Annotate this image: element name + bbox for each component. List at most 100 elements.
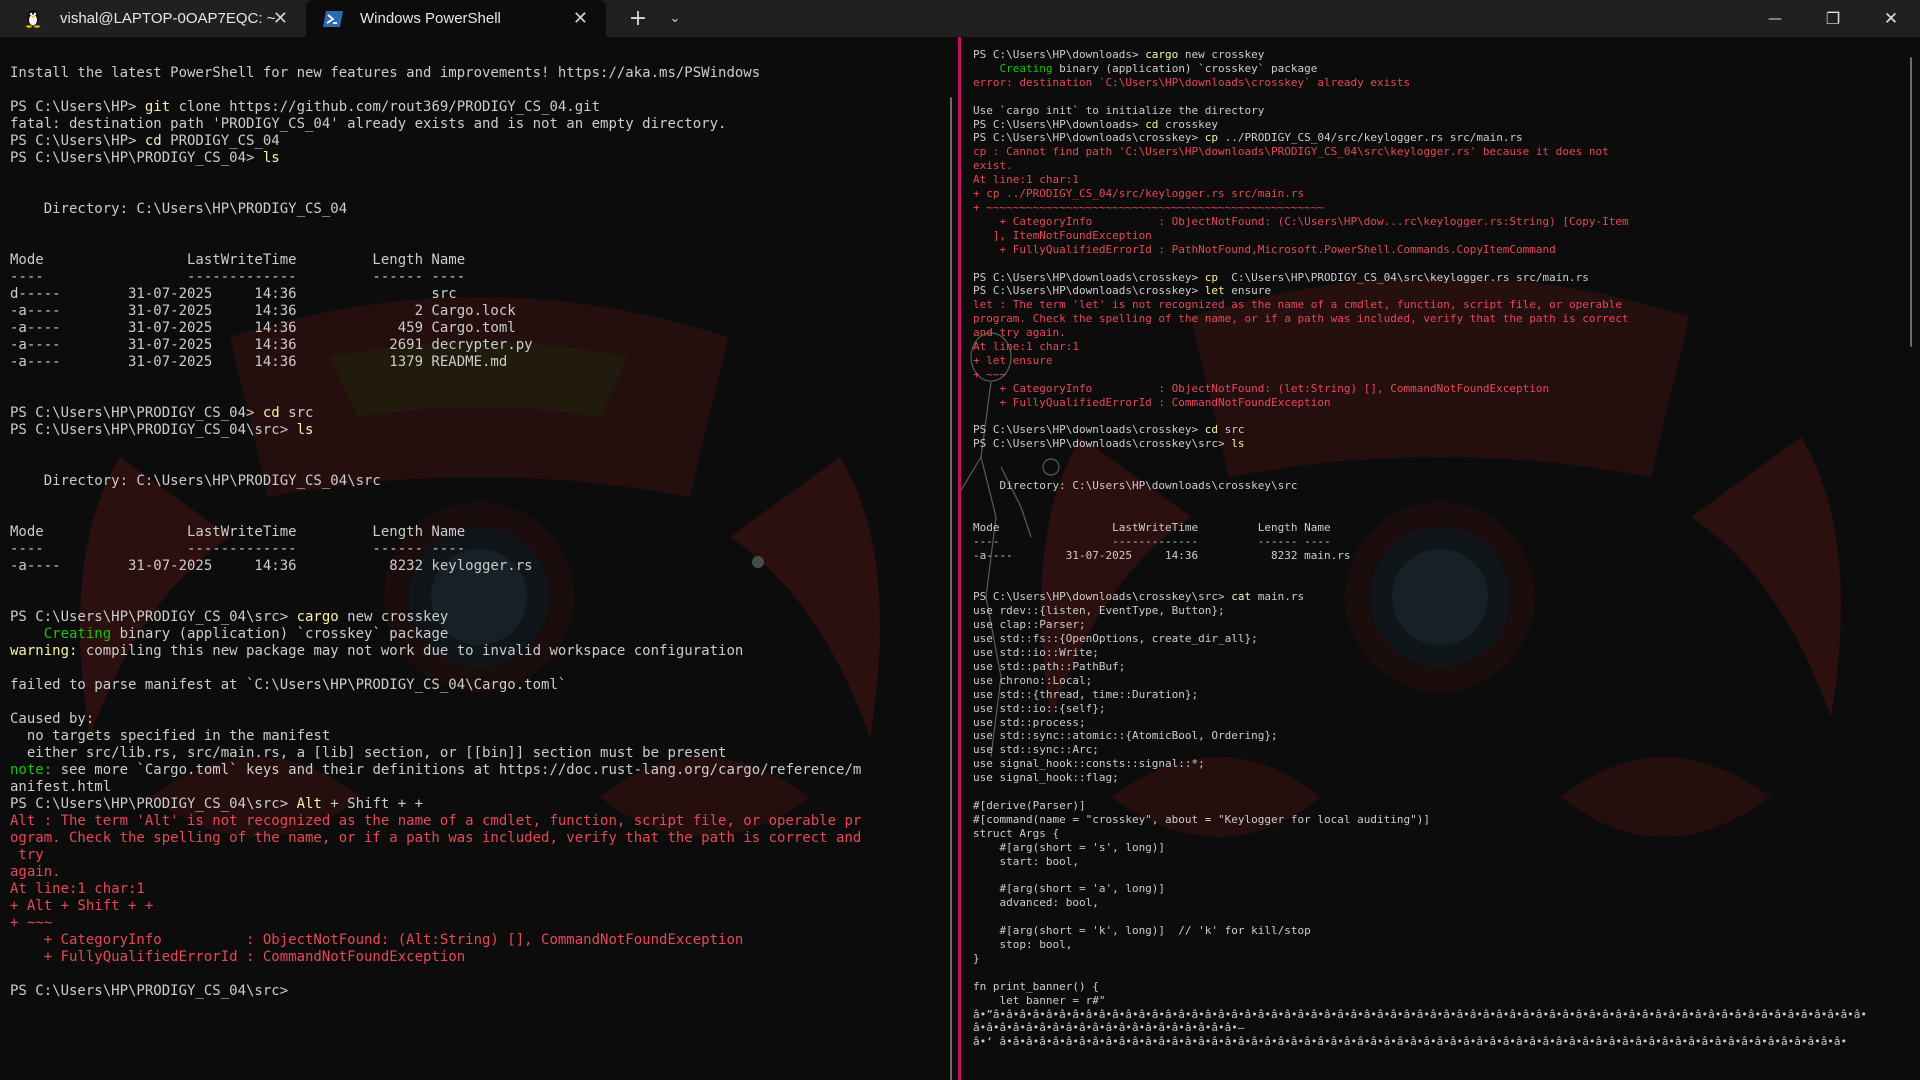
terminal-line: -a---- 31-07-2025 14:36 1379 README.md	[10, 354, 508, 370]
right-terminal-pane[interactable]: PS C:\Users\HP\downloads> cargo new cros…	[961, 37, 1920, 1080]
terminal-line: + Alt + Shift + +	[10, 898, 154, 914]
terminal-line: ---- ------------- ------ ----	[10, 541, 466, 557]
terminal-line: Creating binary (application) `crosskey`…	[43, 626, 449, 642]
scrollbar[interactable]	[1910, 57, 1912, 347]
terminal-line: error: destination `C:\Users\HP\download…	[973, 75, 1411, 89]
terminal-line: use std::path::PathBuf;	[973, 659, 1126, 673]
terminal-line: PS C:\Users\HP\PRODIGY_CS_04\src> ls	[10, 422, 314, 438]
terminal-line: use std::io::{self};	[973, 701, 1106, 715]
tab-powershell[interactable]: Windows PowerShell ✕	[306, 0, 606, 37]
terminal-line: use std::io::Write;	[973, 645, 1099, 659]
terminal-line: â•â•â•â•â•â•â•â•â•â•â•â•â•â•â•â•â•â•â•â•…	[973, 1021, 1245, 1035]
terminal-line: use std::fs::{OpenOptions, create_dir_al…	[973, 632, 1258, 646]
terminal-line: + CategoryInfo : ObjectNotFound: (C:\Use…	[973, 214, 1629, 228]
terminal-line: PS C:\Users\HP\downloads\crosskey> cp C:…	[973, 270, 1589, 284]
terminal-line: Directory: C:\Users\HP\PRODIGY_CS_04	[10, 201, 348, 217]
terminal-line: + ~~~~~~~~~~~~~~~~~~~~~~~~~~~~~~~~~~~~~~…	[973, 200, 1324, 214]
terminal-line: fatal: destination path 'PRODIGY_CS_04' …	[10, 116, 727, 132]
linux-penguin-icon	[22, 9, 44, 29]
close-tab-icon[interactable]: ✕	[573, 9, 588, 27]
terminal-line: PS C:\Users\HP\PRODIGY_CS_04\src> cargo …	[10, 609, 449, 625]
terminal-output[interactable]: PS C:\Users\HP\downloads> cargo new cros…	[973, 48, 1903, 1049]
scrollbar[interactable]	[950, 97, 952, 1080]
terminal-line: exist.	[973, 159, 1013, 173]
terminal-line: Install the latest PowerShell for new fe…	[10, 65, 761, 81]
terminal-line: PS C:\Users\HP\downloads\crosskey> cd sr…	[973, 423, 1245, 437]
terminal-line: again.	[10, 864, 61, 880]
terminal-line: PS C:\Users\HP\downloads> cd crosskey	[973, 117, 1219, 131]
terminal-line: Mode LastWriteTime Length Name	[973, 520, 1331, 534]
terminal-line: Alt : The term 'Alt' is not recognized a…	[10, 813, 862, 829]
terminal-line: + ~~~	[10, 915, 53, 931]
terminal-line: use std::sync::atomic::{AtomicBool, Orde…	[973, 729, 1278, 743]
left-terminal-pane[interactable]: Install the latest PowerShell for new fe…	[0, 37, 958, 1080]
terminal-line: ---- ------------- ------ ----	[10, 269, 466, 285]
terminal-line: + FullyQualifiedErrorId : PathNotFound,M…	[973, 242, 1556, 256]
terminal-line: + CategoryInfo : ObjectNotFound: (let:St…	[973, 381, 1550, 395]
terminal-line: use signal_hook::consts::signal::*;	[973, 757, 1205, 771]
new-tab-button[interactable]: +	[616, 0, 660, 37]
terminal-line: PS C:\Users\HP\PRODIGY_CS_04> ls	[10, 150, 280, 166]
close-tab-icon[interactable]: ✕	[273, 9, 288, 27]
terminal-line: cp : Cannot find path 'C:\Users\HP\downl…	[973, 145, 1609, 159]
chevron-down-icon[interactable]: ⌄	[660, 0, 690, 37]
terminal-line: PS C:\Users\HP> git clone https://github…	[10, 99, 601, 115]
minimize-button[interactable]: —	[1746, 0, 1804, 37]
terminal-line: + FullyQualifiedErrorId : CommandNotFoun…	[10, 949, 466, 965]
terminal-line: #[arg(short = 's', long)]	[973, 840, 1166, 854]
maximize-button[interactable]: ❐	[1804, 0, 1862, 37]
terminal-line: let : The term 'let' is not recognized a…	[973, 298, 1623, 312]
terminal-line: + cp ../PRODIGY_CS_04/src/keylogger.rs s…	[973, 187, 1305, 201]
terminal-line: warning: compiling this new package may …	[10, 643, 744, 659]
tab-wsl[interactable]: vishal@LAPTOP-0OAP7EQC: ~ ✕	[0, 0, 306, 37]
terminal-line: -a---- 31-07-2025 14:36 2 Cargo.lock	[10, 303, 516, 319]
close-window-button[interactable]: ✕	[1862, 0, 1920, 37]
terminal-line: d----- 31-07-2025 14:36 src	[10, 286, 457, 302]
terminal-line: -a---- 31-07-2025 14:36 8232 main.rs	[973, 548, 1351, 562]
terminal-line: -a---- 31-07-2025 14:36 459 Cargo.toml	[10, 320, 516, 336]
terminal-line: PS C:\Users\HP\PRODIGY_CS_04> cd src	[10, 405, 314, 421]
terminal-line: }	[973, 951, 980, 965]
terminal-line: At line:1 char:1	[973, 173, 1079, 187]
terminal-output[interactable]: Install the latest PowerShell for new fe…	[10, 65, 932, 1000]
terminal-line: At line:1 char:1	[10, 881, 145, 897]
terminal-line: Directory: C:\Users\HP\PRODIGY_CS_04\src	[10, 473, 381, 489]
terminal-line: Creating binary (application) `crosskey`…	[999, 61, 1318, 75]
terminal-line: start: bool,	[973, 854, 1079, 868]
terminal-line: PS C:\Users\HP> cd PRODIGY_CS_04	[10, 133, 280, 149]
terminal-line: use chrono::Local;	[973, 673, 1093, 687]
terminal-line: â•‘ â•â•â•â•â•â•â•â•â•â•â•â•â•â•â•â•â•â•…	[973, 1035, 1848, 1049]
terminal-line: ---- ------------- ------ ----	[973, 534, 1331, 548]
terminal-line: + let ensure	[973, 353, 1053, 367]
terminal-line: Mode LastWriteTime Length Name	[10, 524, 466, 540]
powershell-icon	[322, 9, 344, 29]
terminal-line: Caused by:	[10, 711, 95, 727]
terminal-line: PS C:\Users\HP\downloads> cargo new cros…	[973, 48, 1265, 61]
terminal-line: fn print_banner() {	[973, 979, 1099, 993]
terminal-line: ], ItemNotFoundException	[973, 228, 1152, 242]
terminal-line: struct Args {	[973, 826, 1060, 840]
